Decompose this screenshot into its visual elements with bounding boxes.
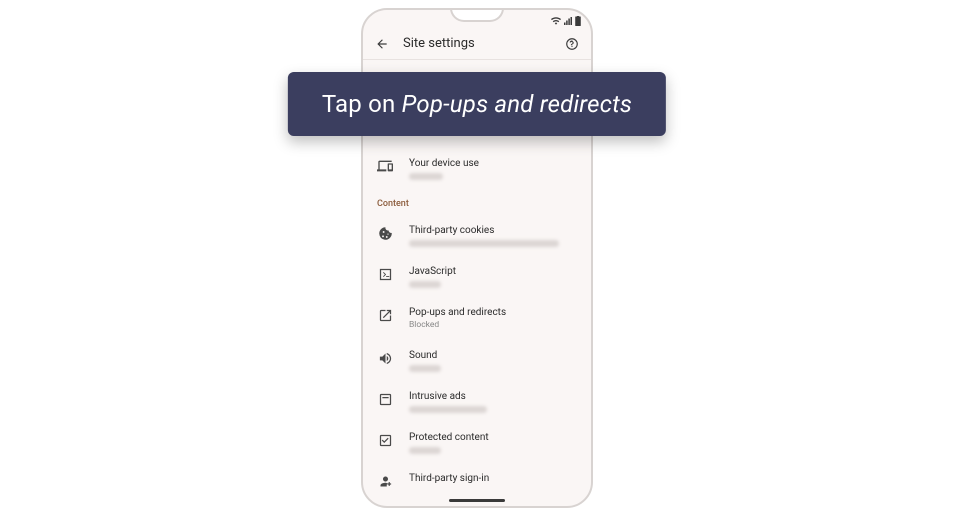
devices-icon bbox=[377, 158, 393, 174]
sound-icon bbox=[377, 350, 393, 366]
section-header-content: Content bbox=[363, 189, 591, 215]
row-subtitle: Blocked bbox=[409, 320, 577, 331]
row-label: Intrusive ads bbox=[409, 390, 577, 403]
row-label: Sound bbox=[409, 349, 577, 362]
callout-prefix: Tap on bbox=[322, 90, 402, 118]
blurred-subtitle bbox=[409, 281, 441, 288]
row-label: Third-party cookies bbox=[409, 224, 577, 237]
row-popups-redirects[interactable]: Pop-ups and redirects Blocked bbox=[363, 297, 591, 340]
phone-notch bbox=[450, 8, 504, 22]
row-javascript[interactable]: JavaScript bbox=[363, 256, 591, 297]
protected-icon bbox=[377, 432, 393, 448]
row-label: Third-party sign-in bbox=[409, 472, 577, 485]
row-protected-content[interactable]: Protected content bbox=[363, 422, 591, 463]
row-label: Your device use bbox=[409, 157, 577, 170]
back-button[interactable] bbox=[375, 37, 389, 51]
row-third-party-signin[interactable]: Third-party sign-in bbox=[363, 463, 591, 503]
row-label: Pop-ups and redirects bbox=[409, 306, 577, 319]
ads-icon bbox=[377, 391, 393, 407]
cookie-icon bbox=[377, 225, 393, 241]
blurred-subtitle bbox=[409, 447, 441, 454]
row-label: Protected content bbox=[409, 431, 577, 444]
home-indicator bbox=[449, 499, 505, 502]
page-title: Site settings bbox=[403, 36, 551, 51]
instruction-callout: Tap on Pop-ups and redirects bbox=[288, 72, 666, 136]
battery-icon bbox=[575, 16, 581, 26]
blurred-subtitle bbox=[409, 173, 443, 180]
signal-icon bbox=[564, 17, 572, 25]
wifi-icon bbox=[551, 17, 561, 25]
blurred-subtitle bbox=[409, 365, 441, 372]
row-device-use[interactable]: Your device use bbox=[363, 148, 591, 189]
app-bar: Site settings bbox=[363, 28, 591, 59]
callout-emphasis: Pop-ups and redirects bbox=[402, 90, 633, 118]
javascript-icon bbox=[377, 266, 393, 282]
row-sound[interactable]: Sound bbox=[363, 340, 591, 381]
row-intrusive-ads[interactable]: Intrusive ads bbox=[363, 381, 591, 422]
settings-list: Your device use Content Third-party cook… bbox=[363, 148, 591, 503]
help-button[interactable] bbox=[565, 37, 579, 51]
blurred-subtitle bbox=[409, 240, 559, 247]
row-label: JavaScript bbox=[409, 265, 577, 278]
blurred-subtitle bbox=[409, 406, 487, 413]
row-third-party-cookies[interactable]: Third-party cookies bbox=[363, 215, 591, 256]
popup-icon bbox=[377, 307, 393, 323]
signin-icon bbox=[377, 473, 393, 489]
